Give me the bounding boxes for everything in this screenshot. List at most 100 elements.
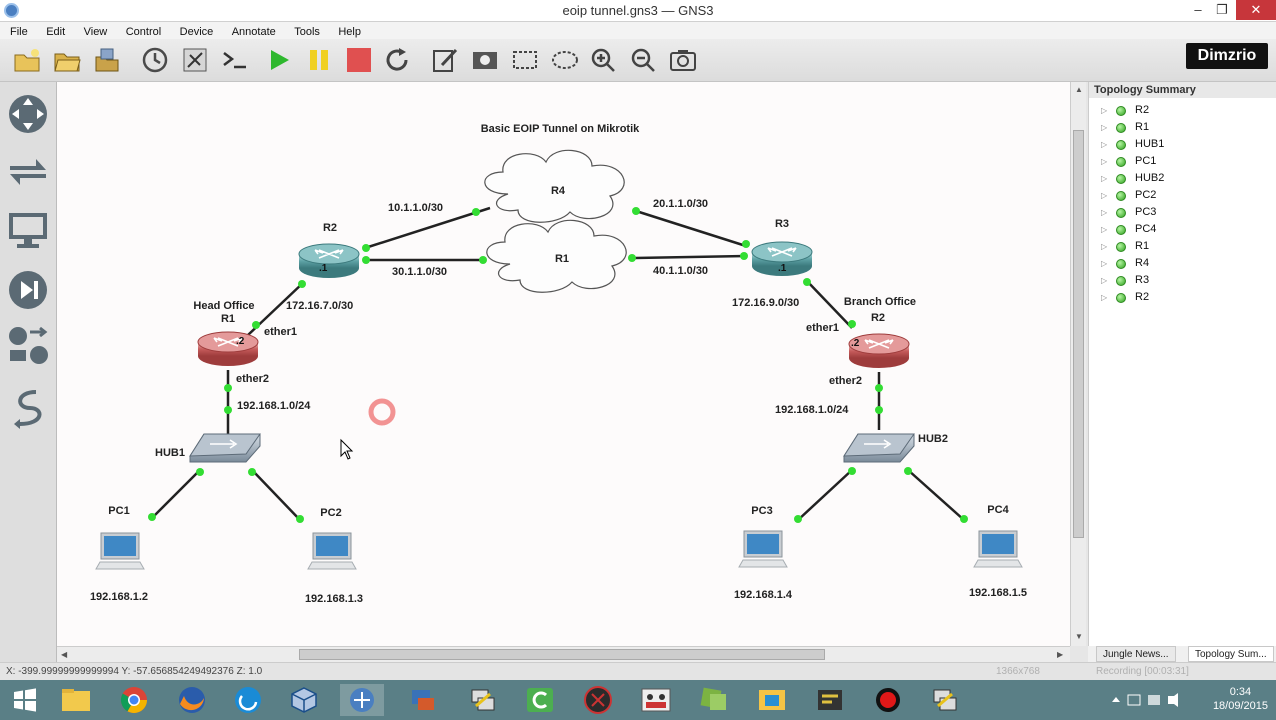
- scroll-down-icon[interactable]: ▼: [1075, 632, 1083, 641]
- reload-icon[interactable]: [382, 45, 412, 75]
- cloud-r4[interactable]: R4: [484, 149, 625, 223]
- router-r2-core[interactable]: .1: [298, 243, 360, 278]
- show-interface-labels-icon[interactable]: [180, 45, 210, 75]
- insert-picture-icon[interactable]: [470, 45, 500, 75]
- topology-item[interactable]: ▷ R1: [1089, 238, 1276, 255]
- system-tray-icons[interactable]: [1108, 692, 1188, 708]
- open-project-icon[interactable]: [52, 45, 82, 75]
- expand-arrow-icon[interactable]: ▷: [1101, 289, 1107, 306]
- tab-topology-summary[interactable]: Topology Sum...: [1188, 646, 1274, 662]
- putty2-icon[interactable]: [922, 684, 966, 716]
- pc2[interactable]: [307, 532, 357, 570]
- end-devices-icon[interactable]: [6, 208, 50, 252]
- hub1[interactable]: [189, 433, 261, 463]
- topology-item[interactable]: ▷ PC1: [1089, 153, 1276, 170]
- new-project-icon[interactable]: [12, 45, 42, 75]
- gns3-icon[interactable]: [340, 684, 384, 716]
- menu-annotate[interactable]: Annotate: [232, 24, 276, 38]
- record-icon[interactable]: [866, 684, 910, 716]
- pc1[interactable]: [95, 532, 145, 570]
- menu-device[interactable]: Device: [180, 24, 214, 38]
- security-devices-icon[interactable]: [6, 268, 50, 312]
- router-r1-head-office[interactable]: .2: [197, 331, 259, 366]
- expand-arrow-icon[interactable]: ▷: [1101, 136, 1107, 153]
- expand-arrow-icon[interactable]: ▷: [1101, 119, 1107, 136]
- topology-item[interactable]: ▷ HUB1: [1089, 136, 1276, 153]
- putty-icon[interactable]: [460, 684, 504, 716]
- screenshot-icon[interactable]: [668, 45, 698, 75]
- menu-control[interactable]: Control: [126, 24, 161, 38]
- stop-icon[interactable]: [344, 45, 374, 75]
- expand-arrow-icon[interactable]: ▷: [1101, 255, 1107, 272]
- winbox-icon[interactable]: [808, 684, 852, 716]
- camtasia-icon[interactable]: [518, 684, 562, 716]
- scroll-left-icon[interactable]: ◀: [61, 650, 67, 659]
- expand-arrow-icon[interactable]: ▷: [1101, 238, 1107, 255]
- windows-start-icon[interactable]: [2, 684, 46, 716]
- topology-item[interactable]: ▷ PC2: [1089, 187, 1276, 204]
- suspend-icon[interactable]: [304, 45, 334, 75]
- system-clock[interactable]: 0:34 18/09/2015: [1213, 685, 1268, 713]
- menu-help[interactable]: Help: [338, 24, 361, 38]
- network-tool-icon[interactable]: [400, 684, 444, 716]
- routers-icon[interactable]: [6, 92, 50, 136]
- hub2[interactable]: [843, 433, 915, 463]
- canvas-vertical-scrollbar[interactable]: ▲ ▼: [1070, 82, 1086, 646]
- file-explorer-icon[interactable]: [54, 684, 98, 716]
- menu-tools[interactable]: Tools: [294, 24, 320, 38]
- vertical-scroll-thumb[interactable]: [1073, 130, 1084, 538]
- pc4[interactable]: [973, 530, 1023, 568]
- topology-item[interactable]: ▷ R4: [1089, 255, 1276, 272]
- router-r3-core[interactable]: .1: [751, 241, 813, 276]
- menu-view[interactable]: View: [84, 24, 108, 38]
- expand-arrow-icon[interactable]: ▷: [1101, 153, 1107, 170]
- menu-file[interactable]: File: [10, 24, 28, 38]
- zoom-out-icon[interactable]: [628, 45, 658, 75]
- expand-arrow-icon[interactable]: ▷: [1101, 187, 1107, 204]
- topology-item[interactable]: ▷ R1: [1089, 119, 1276, 136]
- canvas-horizontal-scrollbar[interactable]: ◀ ▶: [57, 646, 1070, 662]
- expand-arrow-icon[interactable]: ▷: [1101, 204, 1107, 221]
- game-icon[interactable]: [576, 684, 620, 716]
- maximize-button[interactable]: ❐: [1208, 0, 1236, 20]
- chrome-icon[interactable]: [112, 684, 156, 716]
- tab-jungle-news[interactable]: Jungle News...: [1096, 646, 1176, 662]
- all-devices-icon[interactable]: [6, 324, 50, 368]
- add-link-icon[interactable]: [6, 386, 50, 430]
- draw-ellipse-icon[interactable]: [550, 45, 580, 75]
- scroll-up-icon[interactable]: ▲: [1075, 85, 1083, 94]
- start-icon[interactable]: [264, 45, 294, 75]
- firefox-icon[interactable]: [170, 684, 214, 716]
- status-green-icon: [1116, 259, 1126, 269]
- topology-item[interactable]: ▷ HUB2: [1089, 170, 1276, 187]
- expand-arrow-icon[interactable]: ▷: [1101, 221, 1107, 238]
- switches-icon[interactable]: [6, 150, 50, 194]
- add-note-icon[interactable]: [430, 45, 460, 75]
- folder-sync-icon[interactable]: [750, 684, 794, 716]
- team-icon[interactable]: [634, 684, 678, 716]
- horizontal-scroll-thumb[interactable]: [299, 649, 825, 660]
- console-icon[interactable]: [220, 45, 250, 75]
- router-r2-branch-office[interactable]: .2: [848, 333, 910, 368]
- close-button[interactable]: ✕: [1236, 0, 1276, 20]
- topology-item[interactable]: ▷ PC3: [1089, 204, 1276, 221]
- topology-item[interactable]: ▷ PC4: [1089, 221, 1276, 238]
- scroll-right-icon[interactable]: ▶: [1057, 650, 1063, 659]
- vmware-icon[interactable]: [692, 684, 736, 716]
- topology-item[interactable]: ▷ R2: [1089, 289, 1276, 306]
- draw-rectangle-icon[interactable]: [510, 45, 540, 75]
- expand-arrow-icon[interactable]: ▷: [1101, 272, 1107, 289]
- cloud-r1[interactable]: R1: [486, 219, 627, 293]
- topology-item[interactable]: ▷ R3: [1089, 272, 1276, 289]
- virtualbox-icon[interactable]: [282, 684, 326, 716]
- snapshot-clock-icon[interactable]: [140, 45, 170, 75]
- pc3[interactable]: [738, 530, 788, 568]
- topology-canvas[interactable]: Basic EOIP Tunnel on Mikrotik R4 R1 .1 R…: [57, 82, 1070, 646]
- topology-item[interactable]: ▷ R2: [1089, 102, 1276, 119]
- expand-arrow-icon[interactable]: ▷: [1101, 102, 1107, 119]
- expand-arrow-icon[interactable]: ▷: [1101, 170, 1107, 187]
- skype-icon[interactable]: [226, 684, 270, 716]
- menu-edit[interactable]: Edit: [46, 24, 65, 38]
- zoom-in-icon[interactable]: [588, 45, 618, 75]
- save-project-icon[interactable]: [92, 45, 122, 75]
